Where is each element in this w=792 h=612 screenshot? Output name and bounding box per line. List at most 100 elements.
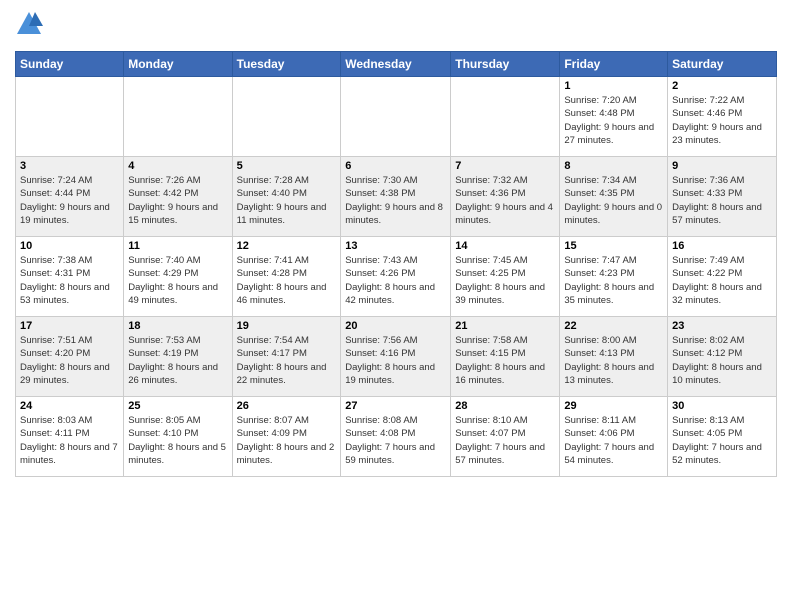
day-number: 16 bbox=[672, 240, 772, 252]
day-number: 4 bbox=[128, 160, 227, 172]
calendar-cell: 11 Sunrise: 7:40 AM Sunset: 4:29 PM Dayli… bbox=[124, 237, 232, 317]
calendar-cell: 26 Sunrise: 8:07 AM Sunset: 4:09 PM Dayli… bbox=[232, 397, 341, 477]
calendar-table: SundayMondayTuesdayWednesdayThursdayFrid… bbox=[15, 51, 777, 477]
calendar-cell bbox=[16, 77, 124, 157]
calendar-cell: 19 Sunrise: 7:54 AM Sunset: 4:17 PM Dayli… bbox=[232, 317, 341, 397]
logo-icon bbox=[15, 10, 43, 38]
day-info: Sunrise: 7:43 AM Sunset: 4:26 PM Dayligh… bbox=[345, 254, 446, 307]
day-number: 17 bbox=[20, 320, 119, 332]
day-number: 6 bbox=[345, 160, 446, 172]
day-info: Sunrise: 7:38 AM Sunset: 4:31 PM Dayligh… bbox=[20, 254, 119, 307]
day-info: Sunrise: 8:00 AM Sunset: 4:13 PM Dayligh… bbox=[564, 334, 663, 387]
calendar-cell: 9 Sunrise: 7:36 AM Sunset: 4:33 PM Daylig… bbox=[668, 157, 777, 237]
day-info: Sunrise: 7:47 AM Sunset: 4:23 PM Dayligh… bbox=[564, 254, 663, 307]
calendar-cell: 10 Sunrise: 7:38 AM Sunset: 4:31 PM Dayli… bbox=[16, 237, 124, 317]
calendar-cell: 25 Sunrise: 8:05 AM Sunset: 4:10 PM Dayli… bbox=[124, 397, 232, 477]
day-number: 21 bbox=[455, 320, 555, 332]
calendar-cell: 14 Sunrise: 7:45 AM Sunset: 4:25 PM Dayli… bbox=[451, 237, 560, 317]
day-info: Sunrise: 7:40 AM Sunset: 4:29 PM Dayligh… bbox=[128, 254, 227, 307]
day-number: 28 bbox=[455, 400, 555, 412]
calendar-cell: 13 Sunrise: 7:43 AM Sunset: 4:26 PM Dayli… bbox=[341, 237, 451, 317]
day-number: 7 bbox=[455, 160, 555, 172]
day-of-week-header: Thursday bbox=[451, 52, 560, 77]
calendar-cell: 6 Sunrise: 7:30 AM Sunset: 4:38 PM Daylig… bbox=[341, 157, 451, 237]
calendar-cell: 16 Sunrise: 7:49 AM Sunset: 4:22 PM Dayli… bbox=[668, 237, 777, 317]
day-info: Sunrise: 8:13 AM Sunset: 4:05 PM Dayligh… bbox=[672, 414, 772, 467]
day-number: 25 bbox=[128, 400, 227, 412]
day-number: 19 bbox=[237, 320, 337, 332]
calendar-cell: 22Sunrise: 8:00 AM Sunset: 4:13 PM Dayli… bbox=[560, 317, 668, 397]
calendar-cell: 17 Sunrise: 7:51 AM Sunset: 4:20 PM Dayli… bbox=[16, 317, 124, 397]
day-info: Sunrise: 7:22 AM Sunset: 4:46 PM Dayligh… bbox=[672, 94, 772, 147]
day-number: 1 bbox=[564, 80, 663, 92]
calendar-cell: 15 Sunrise: 7:47 AM Sunset: 4:23 PM Dayli… bbox=[560, 237, 668, 317]
day-info: Sunrise: 7:51 AM Sunset: 4:20 PM Dayligh… bbox=[20, 334, 119, 387]
calendar-cell: 20Sunrise: 7:56 AM Sunset: 4:16 PM Dayli… bbox=[341, 317, 451, 397]
calendar-week-row: 10 Sunrise: 7:38 AM Sunset: 4:31 PM Dayli… bbox=[16, 237, 777, 317]
day-of-week-header: Monday bbox=[124, 52, 232, 77]
day-info: Sunrise: 7:30 AM Sunset: 4:38 PM Dayligh… bbox=[345, 174, 446, 227]
calendar-cell: 3 Sunrise: 7:24 AM Sunset: 4:44 PM Daylig… bbox=[16, 157, 124, 237]
day-info: Sunrise: 7:54 AM Sunset: 4:17 PM Dayligh… bbox=[237, 334, 337, 387]
day-number: 2 bbox=[672, 80, 772, 92]
calendar-week-row: 24 Sunrise: 8:03 AM Sunset: 4:11 PM Dayli… bbox=[16, 397, 777, 477]
calendar-cell: 2 Sunrise: 7:22 AM Sunset: 4:46 PM Daylig… bbox=[668, 77, 777, 157]
day-number: 26 bbox=[237, 400, 337, 412]
day-of-week-header: Saturday bbox=[668, 52, 777, 77]
day-number: 29 bbox=[564, 400, 663, 412]
calendar-cell: 23Sunrise: 8:02 AM Sunset: 4:12 PM Dayli… bbox=[668, 317, 777, 397]
calendar-cell: 5Sunrise: 7:28 AM Sunset: 4:40 PM Daylig… bbox=[232, 157, 341, 237]
day-number: 20 bbox=[345, 320, 446, 332]
calendar-cell bbox=[124, 77, 232, 157]
day-info: Sunrise: 7:26 AM Sunset: 4:42 PM Dayligh… bbox=[128, 174, 227, 227]
day-number: 8 bbox=[564, 160, 663, 172]
day-of-week-header: Tuesday bbox=[232, 52, 341, 77]
day-info: Sunrise: 7:49 AM Sunset: 4:22 PM Dayligh… bbox=[672, 254, 772, 307]
day-number: 10 bbox=[20, 240, 119, 252]
calendar-cell bbox=[232, 77, 341, 157]
day-info: Sunrise: 7:32 AM Sunset: 4:36 PM Dayligh… bbox=[455, 174, 555, 227]
day-info: Sunrise: 7:58 AM Sunset: 4:15 PM Dayligh… bbox=[455, 334, 555, 387]
day-number: 3 bbox=[20, 160, 119, 172]
day-of-week-header: Friday bbox=[560, 52, 668, 77]
day-number: 27 bbox=[345, 400, 446, 412]
day-number: 13 bbox=[345, 240, 446, 252]
calendar-cell: 30 Sunrise: 8:13 AM Sunset: 4:05 PM Dayli… bbox=[668, 397, 777, 477]
calendar-week-row: 3 Sunrise: 7:24 AM Sunset: 4:44 PM Daylig… bbox=[16, 157, 777, 237]
day-number: 9 bbox=[672, 160, 772, 172]
day-number: 23 bbox=[672, 320, 772, 332]
calendar-cell bbox=[451, 77, 560, 157]
day-info: Sunrise: 7:53 AM Sunset: 4:19 PM Dayligh… bbox=[128, 334, 227, 387]
calendar-cell: 28Sunrise: 8:10 AM Sunset: 4:07 PM Dayli… bbox=[451, 397, 560, 477]
day-number: 15 bbox=[564, 240, 663, 252]
day-info: Sunrise: 7:20 AM Sunset: 4:48 PM Dayligh… bbox=[564, 94, 663, 147]
calendar-header-row: SundayMondayTuesdayWednesdayThursdayFrid… bbox=[16, 52, 777, 77]
header bbox=[15, 10, 777, 43]
day-of-week-header: Sunday bbox=[16, 52, 124, 77]
logo bbox=[15, 10, 47, 43]
day-number: 14 bbox=[455, 240, 555, 252]
day-info: Sunrise: 8:05 AM Sunset: 4:10 PM Dayligh… bbox=[128, 414, 227, 467]
day-info: Sunrise: 7:34 AM Sunset: 4:35 PM Dayligh… bbox=[564, 174, 663, 227]
day-number: 24 bbox=[20, 400, 119, 412]
day-number: 30 bbox=[672, 400, 772, 412]
calendar-week-row: 1 Sunrise: 7:20 AM Sunset: 4:48 PM Daylig… bbox=[16, 77, 777, 157]
calendar-cell: 7 Sunrise: 7:32 AM Sunset: 4:36 PM Daylig… bbox=[451, 157, 560, 237]
day-number: 11 bbox=[128, 240, 227, 252]
day-info: Sunrise: 7:24 AM Sunset: 4:44 PM Dayligh… bbox=[20, 174, 119, 227]
calendar-cell bbox=[341, 77, 451, 157]
calendar-cell: 8 Sunrise: 7:34 AM Sunset: 4:35 PM Daylig… bbox=[560, 157, 668, 237]
page-container: SundayMondayTuesdayWednesdayThursdayFrid… bbox=[0, 0, 792, 612]
day-info: Sunrise: 7:36 AM Sunset: 4:33 PM Dayligh… bbox=[672, 174, 772, 227]
day-number: 12 bbox=[237, 240, 337, 252]
day-info: Sunrise: 8:03 AM Sunset: 4:11 PM Dayligh… bbox=[20, 414, 119, 467]
day-info: Sunrise: 7:45 AM Sunset: 4:25 PM Dayligh… bbox=[455, 254, 555, 307]
day-info: Sunrise: 7:41 AM Sunset: 4:28 PM Dayligh… bbox=[237, 254, 337, 307]
day-of-week-header: Wednesday bbox=[341, 52, 451, 77]
day-number: 5 bbox=[237, 160, 337, 172]
calendar-cell: 1 Sunrise: 7:20 AM Sunset: 4:48 PM Daylig… bbox=[560, 77, 668, 157]
day-number: 18 bbox=[128, 320, 227, 332]
day-info: Sunrise: 8:08 AM Sunset: 4:08 PM Dayligh… bbox=[345, 414, 446, 467]
day-info: Sunrise: 8:07 AM Sunset: 4:09 PM Dayligh… bbox=[237, 414, 337, 467]
calendar-week-row: 17 Sunrise: 7:51 AM Sunset: 4:20 PM Dayli… bbox=[16, 317, 777, 397]
